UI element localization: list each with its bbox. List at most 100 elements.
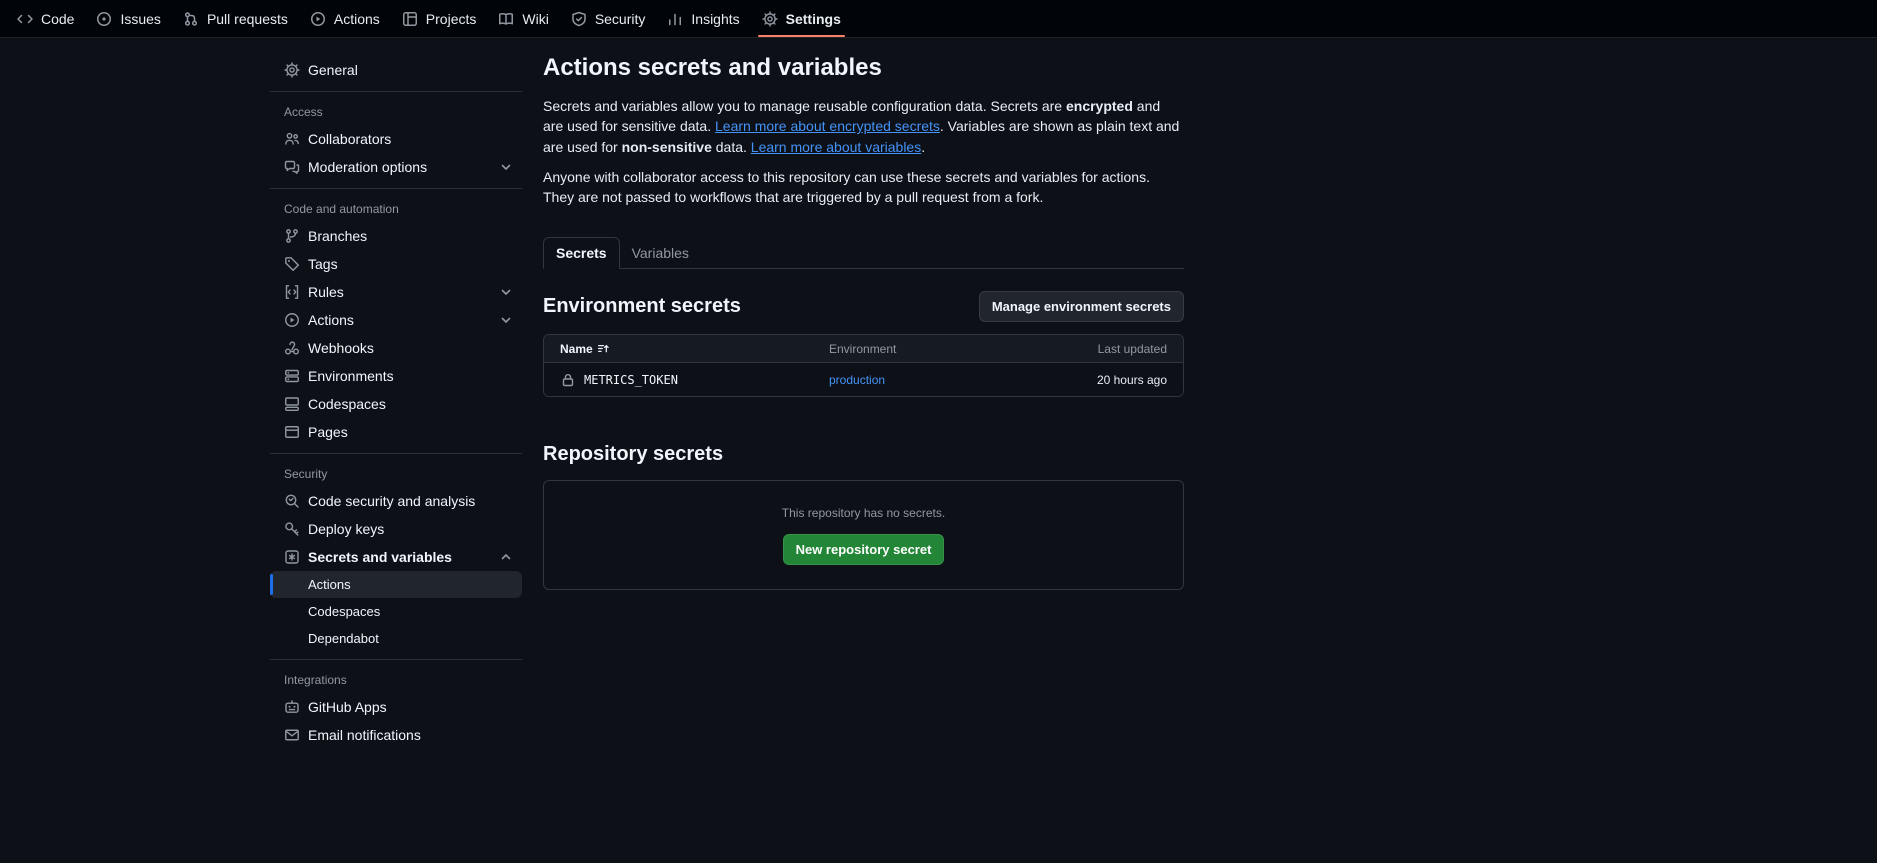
sidebar-item-general[interactable]: General <box>270 56 522 84</box>
sidebar-item-deploy-keys[interactable]: Deploy keys <box>270 515 522 543</box>
table-header-last-updated: Last updated <box>983 342 1183 356</box>
tag-icon <box>284 256 300 272</box>
sidebar-item-label: Code security and analysis <box>308 493 475 509</box>
lock-icon <box>560 372 576 388</box>
people-icon <box>284 131 300 147</box>
secret-name-cell: METRICS_TOKEN <box>544 372 829 388</box>
browser-icon <box>284 424 300 440</box>
codespaces-icon <box>284 396 300 412</box>
webhook-icon <box>284 340 300 356</box>
environment-secrets-table: Name Environment Last updated METRICS_TO… <box>543 334 1184 397</box>
secret-last-updated: 20 hours ago <box>983 373 1183 387</box>
main-content: Actions secrets and variables Secrets an… <box>543 54 1184 590</box>
sidebar-item-label: Deploy keys <box>308 521 384 537</box>
tab-settings[interactable]: Settings <box>751 0 852 37</box>
sidebar-item-collaborators[interactable]: Collaborators <box>270 125 522 153</box>
secret-name: METRICS_TOKEN <box>584 373 678 387</box>
tab-projects-label: Projects <box>426 11 477 27</box>
table-header-row: Name Environment Last updated <box>544 335 1183 363</box>
new-repository-secret-button[interactable]: New repository secret <box>783 534 945 565</box>
intro-text: data. <box>712 139 751 155</box>
sidebar-item-label: GitHub Apps <box>308 699 387 715</box>
table-header-name[interactable]: Name <box>544 342 829 356</box>
secrets-variables-tabs: Secrets Variables <box>543 237 1184 269</box>
tab-wiki[interactable]: Wiki <box>487 0 559 37</box>
book-icon <box>498 11 514 27</box>
sidebar-item-actions[interactable]: Actions <box>270 306 522 334</box>
repo-nav: Code Issues Pull requests Actions Projec… <box>0 0 1877 38</box>
tab-issues[interactable]: Issues <box>85 0 171 37</box>
sidebar-section-access: Access <box>270 99 522 125</box>
git-pull-request-icon <box>183 11 199 27</box>
chevron-down-icon <box>498 159 514 175</box>
manage-environment-secrets-button[interactable]: Manage environment secrets <box>979 291 1184 322</box>
tab-secrets[interactable]: Secrets <box>543 237 620 269</box>
tab-variables[interactable]: Variables <box>620 238 701 268</box>
sidebar-item-label: Email notifications <box>308 727 421 743</box>
tab-pull-requests[interactable]: Pull requests <box>172 0 299 37</box>
tab-actions[interactable]: Actions <box>299 0 391 37</box>
environment-secrets-title: Environment secrets <box>543 295 741 318</box>
tab-security[interactable]: Security <box>560 0 657 37</box>
tab-code[interactable]: Code <box>6 0 85 37</box>
sidebar-item-environments[interactable]: Environments <box>270 362 522 390</box>
sidebar-item-email-notifications[interactable]: Email notifications <box>270 721 522 749</box>
sidebar-subitem-label: Actions <box>308 577 351 592</box>
sort-ascending-icon <box>597 342 610 355</box>
sidebar-item-codespaces[interactable]: Codespaces <box>270 390 522 418</box>
sidebar-subitem-codespaces[interactable]: Codespaces <box>270 598 522 625</box>
server-icon <box>284 368 300 384</box>
sidebar-subitem-dependabot[interactable]: Dependabot <box>270 625 522 652</box>
sidebar-item-webhooks[interactable]: Webhooks <box>270 334 522 362</box>
sidebar-item-label: Branches <box>308 228 367 244</box>
repository-secrets-empty-box: This repository has no secrets. New repo… <box>543 480 1184 590</box>
key-icon <box>284 521 300 537</box>
secret-environment-cell: production <box>829 373 983 387</box>
comment-discussion-icon <box>284 159 300 175</box>
code-icon <box>17 11 33 27</box>
empty-message: This repository has no secrets. <box>782 506 945 520</box>
gear-icon <box>762 11 778 27</box>
sidebar-item-label: Collaborators <box>308 131 391 147</box>
sidebar-divider <box>270 659 522 660</box>
table-header-environment: Environment <box>829 342 983 356</box>
sidebar-item-label: General <box>308 62 358 78</box>
collaborator-paragraph: Anyone with collaborator access to this … <box>543 167 1184 208</box>
environment-link[interactable]: production <box>829 373 885 387</box>
link-learn-variables[interactable]: Learn more about variables <box>751 139 921 155</box>
sidebar-item-label: Webhooks <box>308 340 374 356</box>
tab-security-label: Security <box>595 11 646 27</box>
tab-code-label: Code <box>41 11 74 27</box>
hubot-icon <box>284 699 300 715</box>
tab-wiki-label: Wiki <box>522 11 548 27</box>
sidebar-item-label: Actions <box>308 312 354 328</box>
sidebar-section-code-automation: Code and automation <box>270 196 522 222</box>
sidebar-subitem-actions[interactable]: Actions <box>270 571 522 598</box>
play-icon <box>310 11 326 27</box>
sidebar-item-github-apps[interactable]: GitHub Apps <box>270 693 522 721</box>
tab-projects[interactable]: Projects <box>391 0 488 37</box>
sidebar-item-branches[interactable]: Branches <box>270 222 522 250</box>
sidebar-section-security: Security <box>270 461 522 487</box>
sidebar-divider <box>270 453 522 454</box>
environment-secrets-header: Environment secrets Manage environment s… <box>543 291 1184 322</box>
sidebar-item-pages[interactable]: Pages <box>270 418 522 446</box>
sidebar-item-label: Pages <box>308 424 348 440</box>
sidebar-item-tags[interactable]: Tags <box>270 250 522 278</box>
gear-icon <box>284 62 300 78</box>
tab-settings-label: Settings <box>786 11 841 27</box>
tab-insights[interactable]: Insights <box>656 0 750 37</box>
sidebar-item-label: Secrets and variables <box>308 549 452 565</box>
sidebar-subitem-label: Codespaces <box>308 604 380 619</box>
mail-icon <box>284 727 300 743</box>
sidebar-item-code-security[interactable]: Code security and analysis <box>270 487 522 515</box>
sidebar-item-label: Environments <box>308 368 394 384</box>
tab-pull-requests-label: Pull requests <box>207 11 288 27</box>
sidebar-item-moderation-options[interactable]: Moderation options <box>270 153 522 181</box>
intro-text: Secrets and variables allow you to manag… <box>543 98 1066 114</box>
sidebar-item-secrets-and-variables[interactable]: Secrets and variables <box>270 543 522 571</box>
rules-icon <box>284 284 300 300</box>
tab-issues-label: Issues <box>120 11 160 27</box>
sidebar-item-rules[interactable]: Rules <box>270 278 522 306</box>
link-learn-encrypted-secrets[interactable]: Learn more about encrypted secrets <box>715 118 940 134</box>
